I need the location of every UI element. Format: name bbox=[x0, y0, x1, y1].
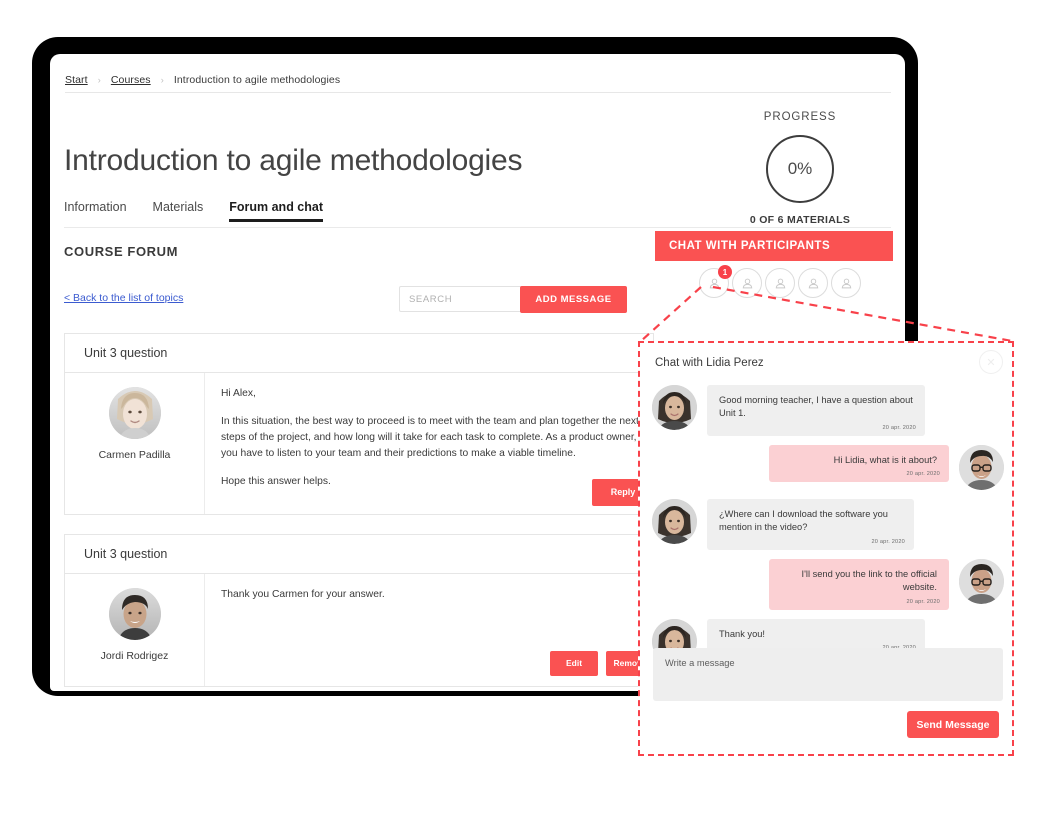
breadcrumb-item-courses[interactable]: Courses bbox=[111, 74, 151, 86]
avatar bbox=[959, 444, 1004, 490]
user-icon bbox=[841, 278, 851, 288]
forum-post-author-name: Jordi Rodrigez bbox=[100, 649, 169, 662]
progress-ring: 0% bbox=[766, 135, 834, 203]
breadcrumb-item-start[interactable]: Start bbox=[65, 74, 88, 86]
progress-widget: PROGRESS 0% 0 OF 6 MATERIALS bbox=[725, 111, 875, 226]
tab-forum-and-chat[interactable]: Forum and chat bbox=[229, 200, 323, 222]
chat-bubble-text: I'll send you the link to the official w… bbox=[801, 568, 937, 593]
close-icon[interactable]: ✕ bbox=[979, 350, 1003, 374]
chat-with-participants-panel: CHAT WITH PARTICIPANTS 1 bbox=[655, 231, 893, 298]
course-forum-section: COURSE FORUM < Back to the list of topic… bbox=[64, 244, 654, 687]
tab-materials[interactable]: Materials bbox=[153, 200, 204, 222]
chat-panel-header: CHAT WITH PARTICIPANTS bbox=[655, 231, 893, 261]
chat-modal-title: Chat with Lidia Perez bbox=[655, 357, 764, 369]
user-icon bbox=[775, 278, 785, 288]
avatar bbox=[652, 498, 697, 544]
forum-post: Unit 3 question bbox=[64, 333, 654, 515]
chat-bubble-time: 20 apr. 2020 bbox=[906, 598, 940, 605]
send-message-button[interactable]: Send Message bbox=[907, 711, 999, 738]
avatar bbox=[652, 385, 697, 430]
message-input[interactable] bbox=[653, 648, 1003, 701]
chat-bubble-time: 20 apr. 2020 bbox=[906, 471, 940, 478]
forum-post-author: Carmen Padilla bbox=[65, 373, 205, 514]
breadcrumb-item-current: Introduction to agile methodologies bbox=[173, 74, 341, 86]
forum-post-author: Jordi Rodrigez bbox=[65, 573, 205, 686]
user-icon bbox=[742, 278, 752, 288]
avatar bbox=[108, 387, 161, 439]
participant-avatar[interactable] bbox=[798, 268, 828, 298]
edit-button[interactable]: Edit bbox=[550, 650, 598, 676]
forum-toolbar: < Back to the list of topics ADD MESSAGE bbox=[64, 286, 654, 314]
forum-post-body: Carmen Padilla Hi Alex, In this situatio… bbox=[65, 373, 654, 514]
breadcrumb-divider bbox=[65, 92, 891, 93]
progress-materials-count: 0 OF 6 MATERIALS bbox=[749, 214, 851, 226]
chat-message: Good morning teacher, I have a question … bbox=[652, 385, 1004, 436]
forum-heading: COURSE FORUM bbox=[64, 244, 179, 259]
forum-post-title: Unit 3 question bbox=[65, 535, 653, 574]
chat-message: Hi Lidia, what is it about? 20 apr. 2020 bbox=[652, 444, 1004, 490]
search-input[interactable] bbox=[399, 286, 527, 312]
forum-post-paragraph: Hi Alex, bbox=[221, 388, 256, 399]
forum-post-content: Hi Alex, In this situation, the best way… bbox=[205, 373, 654, 514]
participant-avatar[interactable] bbox=[765, 268, 795, 298]
avatar bbox=[108, 587, 161, 640]
tab-divider bbox=[64, 227, 891, 228]
chat-message: I'll send you the link to the official w… bbox=[652, 558, 1004, 610]
forum-post-paragraph: Thank you Carmen for your answer. bbox=[221, 588, 385, 600]
user-icon bbox=[808, 278, 818, 288]
chat-conversation-modal: Chat with Lidia Perez ✕ Good morning tea… bbox=[638, 341, 1014, 756]
avatar bbox=[959, 558, 1004, 604]
back-to-topics-link[interactable]: < Back to the list of topics bbox=[64, 292, 183, 304]
chat-message: ¿Where can I download the software you m… bbox=[652, 498, 1004, 550]
forum-post: Unit 3 question bbox=[64, 533, 654, 687]
forum-post-title: Unit 3 question bbox=[65, 334, 653, 373]
chat-bubble: I'll send you the link to the official w… bbox=[769, 558, 949, 610]
add-message-button[interactable]: ADD MESSAGE bbox=[520, 286, 627, 313]
chat-bubble: Hi Lidia, what is it about? 20 apr. 2020 bbox=[769, 444, 949, 483]
participant-avatar[interactable] bbox=[732, 268, 762, 298]
tab-information[interactable]: Information bbox=[64, 200, 127, 222]
participant-unread-badge: 1 bbox=[718, 265, 732, 279]
breadcrumb: Start › Courses › Introduction to agile … bbox=[65, 74, 340, 86]
chat-bubble-text: Good morning teacher, I have a question … bbox=[719, 395, 913, 419]
forum-post-content: Thank you Carmen for your answer. Edit R… bbox=[205, 574, 654, 686]
breadcrumb-separator-icon: › bbox=[160, 75, 164, 85]
chat-bubble-text: ¿Where can I download the software you m… bbox=[719, 508, 888, 533]
chat-bubble-text: Hi Lidia, what is it about? bbox=[833, 454, 937, 465]
forum-post-paragraph: In this situation, the best way to proce… bbox=[221, 415, 639, 459]
participant-avatar[interactable]: 1 bbox=[699, 265, 732, 298]
chat-bubble-text: Thank you! bbox=[719, 628, 765, 639]
page-title: Introduction to agile methodologies bbox=[64, 144, 523, 178]
chat-bubble: ¿Where can I download the software you m… bbox=[707, 498, 914, 550]
forum-post-author-name: Carmen Padilla bbox=[98, 449, 171, 461]
chat-message-list: Good morning teacher, I have a question … bbox=[648, 385, 1008, 664]
tab-bar: Information Materials Forum and chat bbox=[64, 200, 323, 222]
participants-list: 1 bbox=[655, 265, 893, 298]
chat-bubble-time: 20 apr. 2020 bbox=[871, 538, 905, 545]
chat-bubble-time: 20 apr. 2020 bbox=[882, 424, 916, 431]
progress-value: 0% bbox=[787, 159, 813, 178]
forum-post-body: Jordi Rodrigez Thank you Carmen for your… bbox=[65, 573, 654, 686]
participant-avatar[interactable] bbox=[831, 268, 861, 298]
forum-post-paragraph: Hope this answer helps. bbox=[221, 475, 331, 487]
user-icon bbox=[709, 278, 719, 288]
breadcrumb-separator-icon: › bbox=[97, 75, 101, 85]
chat-bubble: Good morning teacher, I have a question … bbox=[707, 385, 925, 436]
progress-label: PROGRESS bbox=[763, 111, 837, 123]
